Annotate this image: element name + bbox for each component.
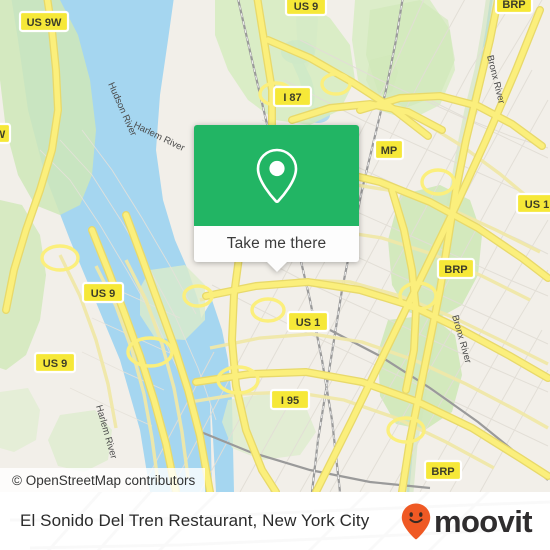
moovit-wordmark: moovit [433, 503, 533, 539]
popup-tail [265, 261, 288, 272]
moovit-logo[interactable]: moovit [400, 502, 533, 540]
take-me-there-button[interactable]: Take me there [227, 235, 327, 253]
moovit-pin-icon [401, 503, 431, 540]
place-title: El Sonido Del Tren Restaurant, New York … [20, 511, 370, 530]
location-popup-card[interactable]: Take me there [194, 125, 359, 272]
attribution-text: © OpenStreetMap contributors [12, 472, 196, 488]
popup-header [194, 125, 359, 226]
map-attribution[interactable]: © OpenStreetMap contributors [0, 468, 206, 492]
moovit-map-page: Hudson River Harlem River Harlem River B… [0, 0, 550, 550]
bottom-info-bar: El Sonido Del Tren Restaurant, New York … [0, 492, 550, 550]
map-pin-icon [256, 148, 297, 203]
map-canvas[interactable]: Hudson River Harlem River Harlem River B… [0, 0, 550, 492]
popup-footer[interactable]: Take me there [194, 226, 359, 272]
